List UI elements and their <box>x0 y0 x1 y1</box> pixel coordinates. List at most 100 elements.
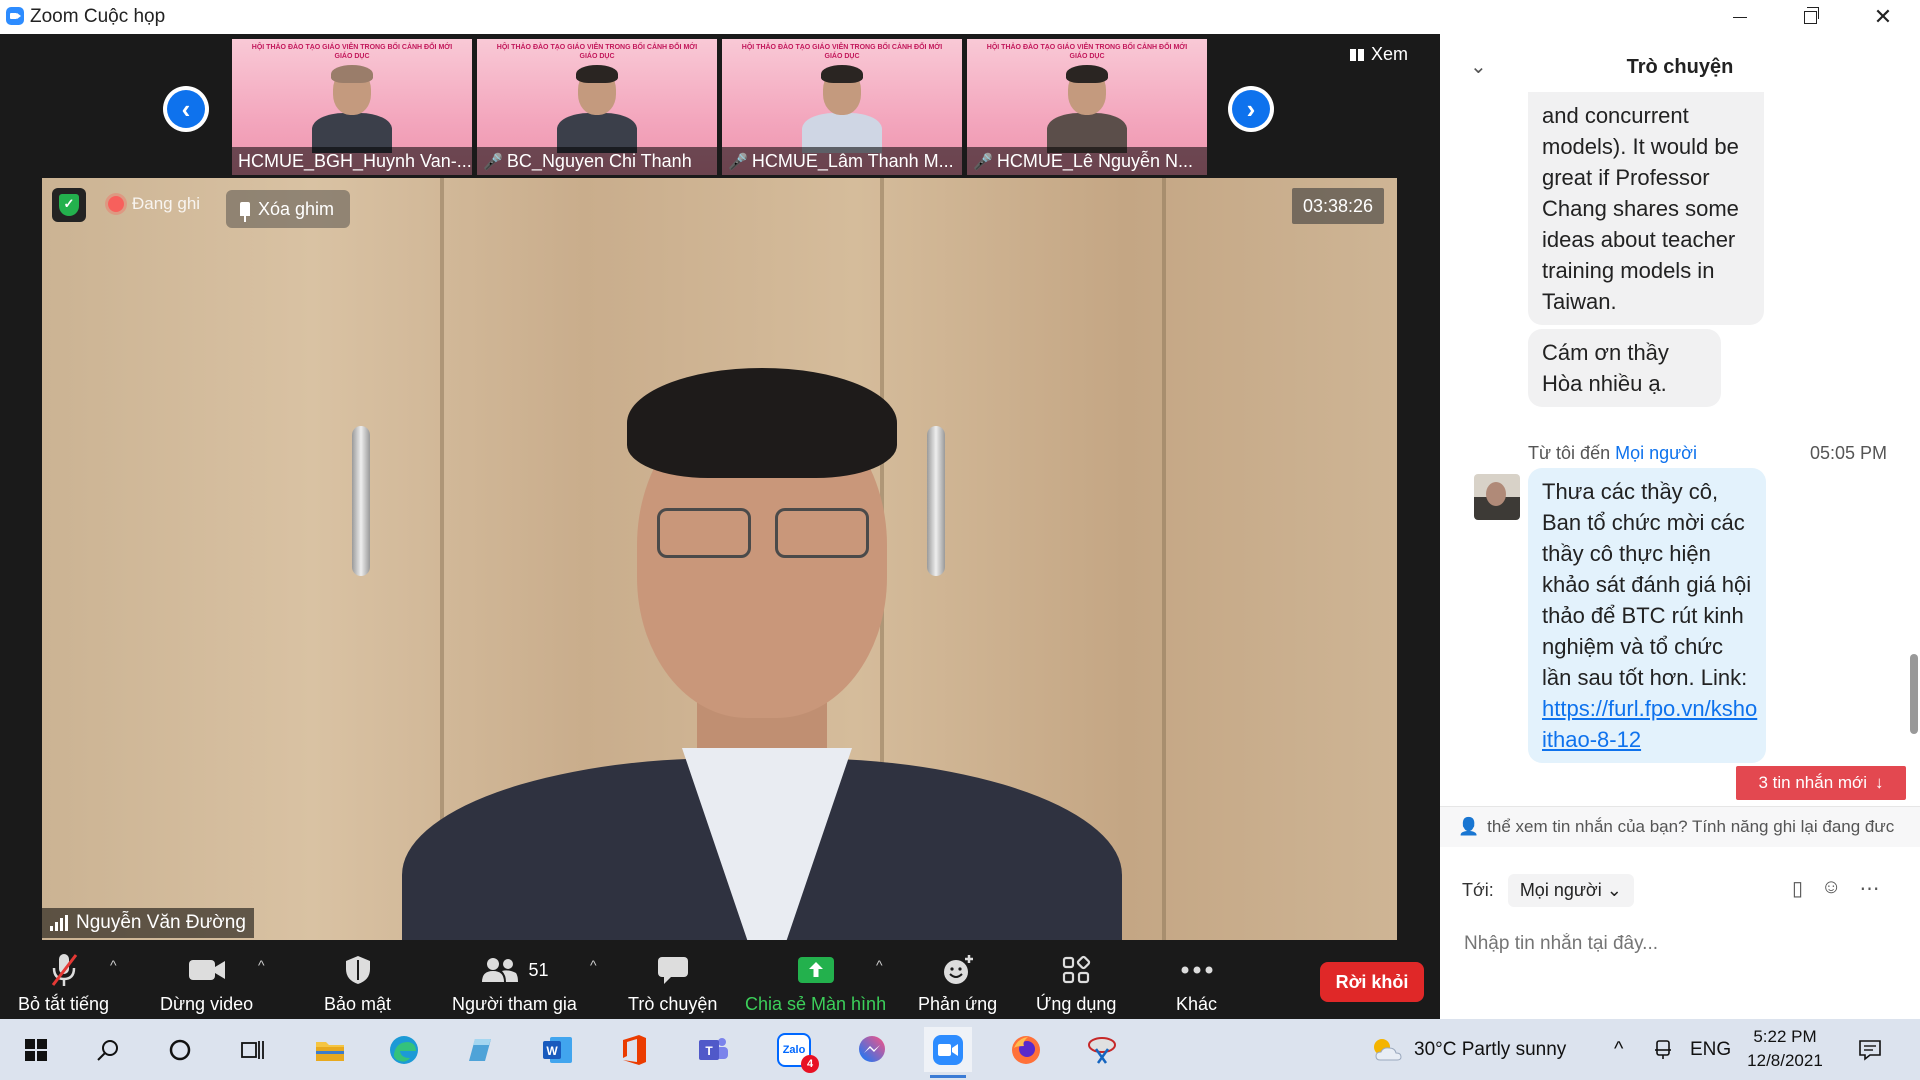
participant-thumbnail[interactable]: HỘI THẢO ĐÀO TẠO GIÁO VIÊN TRONG BỐI CẢN… <box>477 39 717 175</box>
pin-icon <box>240 202 250 222</box>
clock-time: 5:22 PM <box>1753 1027 1817 1046</box>
weather-widget[interactable]: 30°C Partly sunny <box>1370 1019 1566 1080</box>
share-options-caret[interactable]: ^ <box>876 957 883 973</box>
previous-thumbnails-button[interactable]: ‹ <box>163 86 209 132</box>
teams-icon: T <box>699 1037 728 1060</box>
zalo-button[interactable]: Zalo 4 <box>770 1027 819 1073</box>
notepad-button[interactable] <box>456 1027 504 1072</box>
weather-text: 30°C Partly sunny <box>1414 1038 1567 1060</box>
signal-strength-icon <box>50 915 68 931</box>
notice-text: thể xem tin nhắn của bạn? Tính năng ghi … <box>1487 817 1895 836</box>
word-button[interactable]: W <box>534 1027 582 1072</box>
chat-bubble-icon <box>656 952 690 988</box>
grid-icon <box>1350 48 1365 61</box>
partly-sunny-icon <box>1374 1038 1402 1060</box>
recipient-dropdown[interactable]: Mọi người ⌄ <box>1507 874 1634 907</box>
participant-video <box>307 65 397 153</box>
view-button[interactable]: Xem <box>1350 44 1408 65</box>
participants-button[interactable]: 51 Người tham gia <box>452 949 577 1015</box>
share-label: Chia sẻ Màn hình <box>745 994 887 1014</box>
unpin-button[interactable]: Xóa ghim <box>226 190 351 228</box>
file-explorer-button[interactable] <box>306 1027 354 1072</box>
muted-mic-icon: 🎤 <box>728 154 748 171</box>
meeting-timer: 03:38:26 <box>1292 188 1384 224</box>
minimize-button[interactable] <box>1705 0 1775 34</box>
participant-thumbnail[interactable]: HỘI THẢO ĐÀO TẠO GIÁO VIÊN TRONG BỐI CẢN… <box>967 39 1207 175</box>
to-label: Tới: <box>1462 880 1494 900</box>
chat-scrollbar[interactable] <box>1910 654 1918 734</box>
message-from: Từ tôi đến <box>1528 443 1611 463</box>
taskbar-clock[interactable]: 5:22 PM 12/8/2021 <box>1730 1025 1840 1073</box>
firefox-icon <box>1012 1035 1040 1064</box>
zoom-app-icon <box>6 7 24 25</box>
participant-name: 🎤 BC_Nguyen Chi Thanh <box>477 147 717 175</box>
chevron-up-icon: ^ <box>1614 1038 1624 1060</box>
muted-microphone-icon <box>49 952 79 988</box>
participants-label: Người tham gia <box>452 994 577 1014</box>
participants-options-caret[interactable]: ^ <box>590 957 597 973</box>
mute-button[interactable]: Bỏ tắt tiếng <box>18 949 109 1015</box>
emoji-icon[interactable]: ☺ <box>1821 876 1841 901</box>
message-recipient-link[interactable]: Mọi người <box>1615 443 1697 463</box>
apps-button[interactable]: Ứng dụng <box>1036 949 1116 1015</box>
chat-tools: ▯ ☺ ⋯ <box>1792 876 1879 901</box>
edge-button[interactable] <box>380 1027 428 1072</box>
input-language-button[interactable]: ENG <box>1690 1019 1731 1080</box>
zoom-taskbar-button[interactable] <box>924 1027 972 1078</box>
message-meta: Từ tôi đến Mọi người <box>1528 443 1697 464</box>
chevron-right-icon: › <box>1232 90 1270 128</box>
reactions-label: Phản ứng <box>918 994 998 1014</box>
more-button[interactable]: Khác <box>1176 949 1217 1015</box>
participant-thumbnail-strip: HỘI THẢO ĐÀO TẠO GIÁO VIÊN TRONG BỐI CẢN… <box>232 39 1207 175</box>
edge-icon <box>390 1035 418 1064</box>
chat-panel: ⌄ Trò chuyện and concurrent models). It … <box>1440 34 1920 1019</box>
show-hidden-icons-button[interactable]: ^ <box>1614 1019 1623 1080</box>
share-screen-button[interactable]: Chia sẻ Màn hình <box>745 949 886 1015</box>
close-window-button[interactable]: ✕ <box>1848 0 1918 34</box>
participants-count: 51 <box>528 959 549 980</box>
restore-button[interactable] <box>1775 0 1845 34</box>
windows-icon <box>25 1038 47 1061</box>
file-icon[interactable]: ▯ <box>1792 876 1803 901</box>
close-icon: ✕ <box>1873 4 1893 29</box>
task-view-button[interactable] <box>228 1027 276 1072</box>
chevron-down-icon: ⌄ <box>1606 880 1622 900</box>
snipping-icon <box>1088 1036 1116 1064</box>
apps-label: Ứng dụng <box>1036 994 1117 1014</box>
messenger-button[interactable] <box>848 1027 896 1072</box>
more-options-icon[interactable]: ⋯ <box>1859 876 1879 901</box>
cortana-button[interactable] <box>156 1027 204 1072</box>
speaker-name: Nguyễn Văn Đường <box>76 912 246 933</box>
recording-dot-icon <box>108 196 124 212</box>
next-thumbnails-button[interactable]: › <box>1228 86 1274 132</box>
audio-options-caret[interactable]: ^ <box>110 957 117 973</box>
network-button[interactable] <box>1652 1019 1674 1080</box>
svg-text:T: T <box>705 1044 713 1058</box>
search-button[interactable] <box>84 1027 132 1072</box>
clock-date: 12/8/2021 <box>1747 1051 1823 1070</box>
survey-link[interactable]: https://furl.fpo.vn/ksho ithao-8-12 <box>1542 696 1757 752</box>
office-button[interactable] <box>610 1027 658 1072</box>
participant-thumbnail[interactable]: HỘI THẢO ĐÀO TẠO GIÁO VIÊN TRONG BỐI CẢN… <box>722 39 962 175</box>
search-icon <box>97 1039 118 1061</box>
reactions-button[interactable]: Phản ứng <box>918 949 997 1015</box>
stop-video-button[interactable]: Dừng video <box>160 949 253 1015</box>
start-button[interactable] <box>12 1027 60 1072</box>
view-button-label: Xem <box>1371 44 1409 64</box>
security-button[interactable]: Bảo mật <box>324 949 391 1015</box>
encryption-shield-button[interactable]: ✓ <box>52 188 86 222</box>
new-messages-button[interactable]: 3 tin nhắn mới ↓ <box>1736 766 1906 800</box>
firefox-button[interactable] <box>1002 1027 1050 1072</box>
chat-button[interactable]: Trò chuyện <box>628 949 717 1015</box>
teams-button[interactable]: T <box>690 1027 738 1072</box>
action-center-button[interactable] <box>1858 1019 1882 1080</box>
participant-thumbnail[interactable]: HỘI THẢO ĐÀO TẠO GIÁO VIÊN TRONG BỐI CẢN… <box>232 39 472 175</box>
chevron-left-icon: ‹ <box>167 90 205 128</box>
video-camera-icon <box>187 952 227 988</box>
leave-meeting-button[interactable]: Rời khỏi <box>1320 962 1424 1002</box>
restore-icon <box>1803 6 1819 24</box>
chat-message-input[interactable] <box>1462 932 1906 956</box>
muted-mic-icon: 🎤 <box>483 154 503 171</box>
snipping-tool-button[interactable] <box>1078 1027 1126 1072</box>
video-options-caret[interactable]: ^ <box>258 957 265 973</box>
